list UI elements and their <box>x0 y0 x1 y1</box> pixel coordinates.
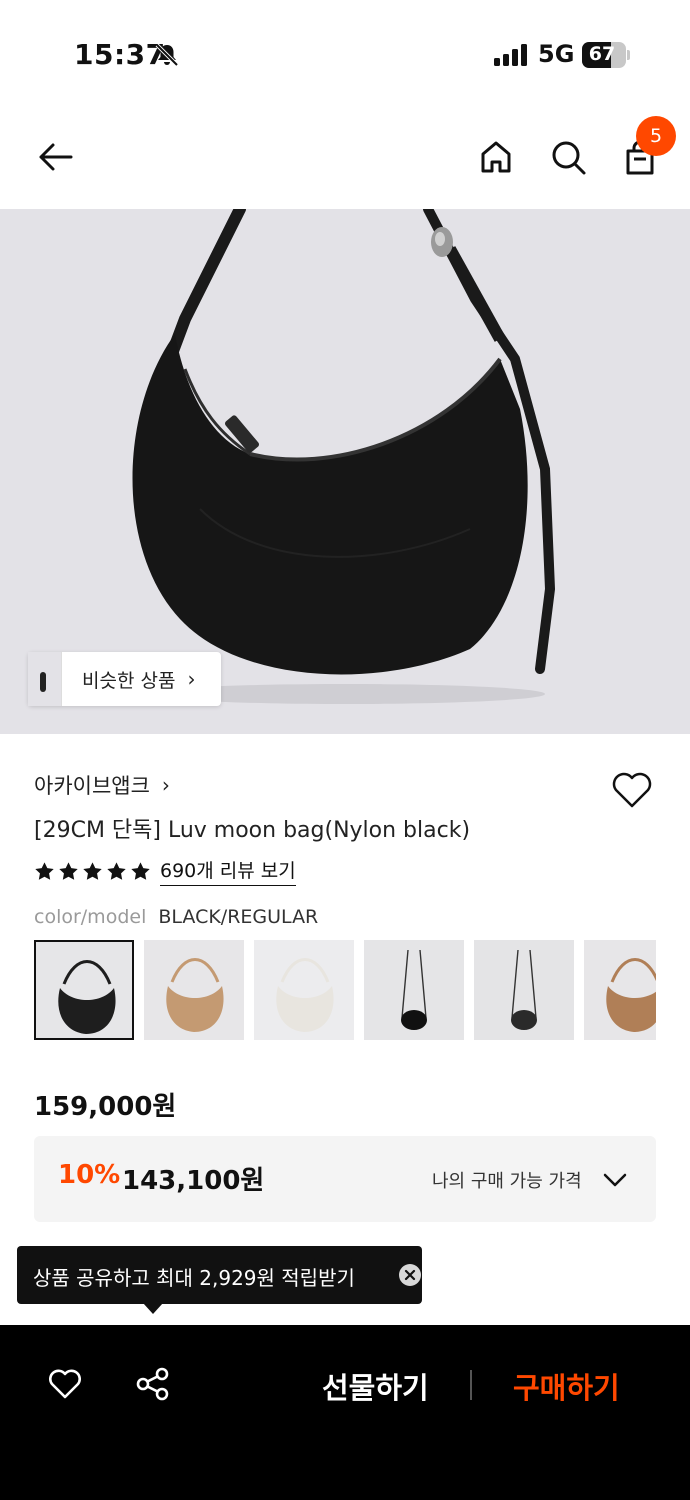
divider <box>470 1370 472 1400</box>
star-icon <box>107 861 126 880</box>
option-value: BLACK/REGULAR <box>158 906 319 928</box>
option-label: color/model <box>34 906 147 928</box>
signal-icon <box>494 44 527 66</box>
product-title: [29CM 단독] Luv moon bag(Nylon black) <box>34 818 471 843</box>
tooltip-arrow <box>143 1303 163 1314</box>
top-nav <box>0 110 690 206</box>
original-price: 159,000원 <box>34 1092 177 1122</box>
status-bar: 15:37 5G 67 <box>0 0 690 100</box>
back-button[interactable] <box>30 132 80 182</box>
rating-row: 690개 리뷰 보기 <box>34 856 296 886</box>
rating-stars <box>34 861 151 882</box>
color-swatch-black-mini-2[interactable] <box>474 940 574 1040</box>
home-icon <box>481 141 511 173</box>
chevron-right-icon: › <box>187 667 196 691</box>
discount-price: 143,100원 <box>122 1166 265 1196</box>
cart-count-badge: 5 <box>636 116 676 156</box>
back-arrow-icon <box>39 143 73 171</box>
star-icon <box>83 861 102 880</box>
color-swatch-black-mini[interactable] <box>364 940 464 1040</box>
bell-muted-icon <box>155 43 179 67</box>
battery-cap <box>627 50 630 60</box>
battery-percent: 67 <box>588 43 616 65</box>
buy-button[interactable]: 구매하기 <box>513 1365 620 1407</box>
wishlist-heart-icon[interactable] <box>608 766 656 814</box>
my-price-label: 나의 구매 가능 가격 <box>432 1171 582 1192</box>
gift-button[interactable]: 선물하기 <box>322 1365 429 1407</box>
network-label: 5G <box>538 40 575 68</box>
star-icon <box>35 861 54 880</box>
color-swatch-ivory[interactable] <box>254 940 354 1040</box>
home-button[interactable] <box>471 132 521 182</box>
heart-icon[interactable] <box>46 1365 84 1403</box>
close-icon[interactable] <box>399 1264 421 1286</box>
brand-name: 아카이브앱크 <box>34 774 150 798</box>
star-icon <box>59 861 78 880</box>
color-swatch-beige[interactable] <box>144 940 244 1040</box>
similar-products-label: 비슷한 상품 <box>82 669 176 692</box>
tooltip-text: 상품 공유하고 최대 2,929원 적립받기 <box>33 1266 355 1290</box>
color-swatches <box>34 940 656 1040</box>
color-swatch-tan[interactable] <box>584 940 656 1040</box>
close-glyph <box>404 1269 416 1281</box>
color-swatch-black[interactable] <box>34 940 134 1040</box>
review-link[interactable]: 690개 리뷰 보기 <box>160 856 296 886</box>
battery-icon: 67 <box>582 42 626 68</box>
brand-link[interactable]: 아카이브앱크 › <box>34 770 170 800</box>
share-icon[interactable] <box>134 1365 172 1403</box>
share-reward-tooltip: 상품 공유하고 최대 2,929원 적립받기 <box>17 1246 422 1304</box>
similar-products-button[interactable]: 비슷한 상품 › <box>28 652 221 706</box>
search-icon <box>552 141 586 175</box>
option-row: color/model BLACK/REGULAR <box>34 906 318 928</box>
discount-percent: 10% <box>58 1160 121 1190</box>
star-icon <box>131 861 150 880</box>
similar-thumb <box>28 652 62 706</box>
status-time: 15:37 <box>74 38 166 71</box>
search-button[interactable] <box>543 132 593 182</box>
chevron-right-icon: › <box>161 773 170 797</box>
bottom-action-bar: 선물하기 구매하기 <box>0 1325 690 1500</box>
chevron-down-icon[interactable] <box>600 1165 630 1195</box>
price-box[interactable]: 10% 143,100원 나의 구매 가능 가격 <box>34 1136 656 1222</box>
